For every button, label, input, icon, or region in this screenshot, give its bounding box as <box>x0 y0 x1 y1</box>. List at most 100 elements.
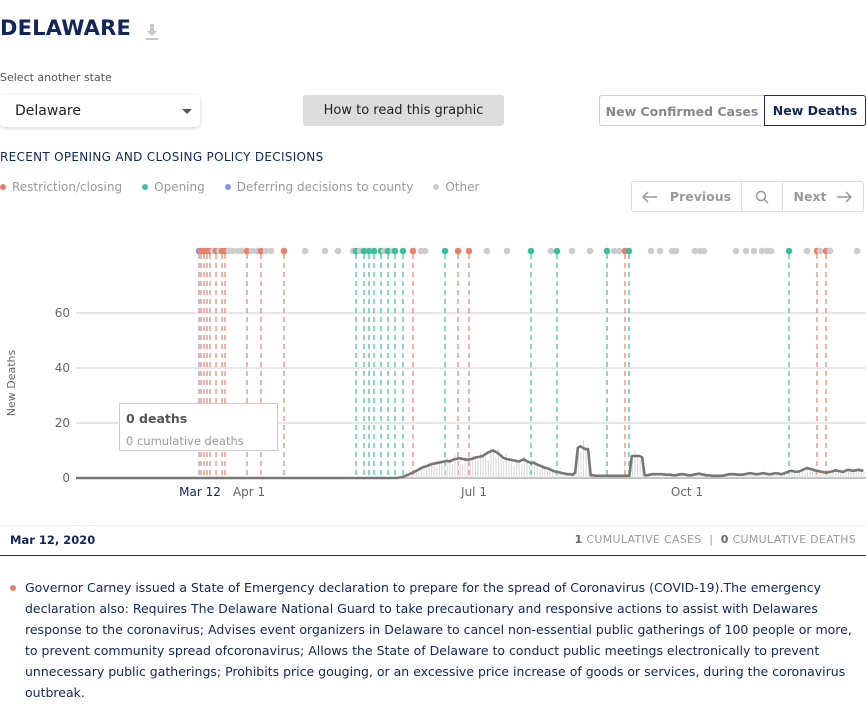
cumulative-counts: 1 CUMULATIVE CASES | 0 CUMULATIVE DEATHS <box>575 533 856 546</box>
policy-dot <box>553 247 561 255</box>
arrow-left-icon <box>641 190 657 203</box>
summary-bar: Mar 12, 2020 1 CUMULATIVE CASES | 0 CUMU… <box>0 525 866 556</box>
x-tick-label: Oct 1 <box>671 485 703 499</box>
how-to-read-button[interactable]: How to read this graphic <box>303 95 504 126</box>
policy-dot <box>483 247 491 255</box>
state-select[interactable]: Delaware <box>0 95 200 127</box>
daily-bar <box>636 454 639 478</box>
daily-bar <box>855 472 857 478</box>
policy-dot <box>441 247 449 255</box>
new-confirmed-cases-toggle[interactable]: New Confirmed Cases <box>599 95 764 126</box>
daily-bar <box>503 461 505 478</box>
x-tick-label: Mar 12 <box>179 485 221 499</box>
legend-label: Opening <box>154 180 205 194</box>
daily-bar <box>580 452 582 478</box>
daily-bar <box>418 471 420 478</box>
daily-bar <box>461 464 464 478</box>
cumulative-cases-count: 1 <box>574 533 583 546</box>
policy-dot <box>370 247 378 255</box>
daily-bar <box>847 472 850 478</box>
policy-dot <box>454 247 462 255</box>
next-label: Next <box>793 189 827 204</box>
daily-bar <box>786 473 788 478</box>
policy-dot <box>732 247 740 255</box>
policy-dot <box>586 247 594 255</box>
download-icon[interactable] <box>144 22 160 42</box>
daily-bar <box>667 475 670 478</box>
daily-bar <box>492 452 495 478</box>
daily-bar <box>441 463 443 478</box>
separator: | <box>709 533 714 546</box>
policy-dot <box>603 247 611 255</box>
daily-bar <box>536 465 538 478</box>
daily-bar <box>410 474 412 478</box>
tooltip: 0 deaths 0 cumulative deaths <box>119 403 278 451</box>
daily-bar <box>449 461 451 478</box>
next-button[interactable]: Next <box>783 182 863 211</box>
tooltip-subtitle: 0 cumulative deaths <box>126 434 244 448</box>
daily-bar <box>456 457 459 478</box>
policy-dot <box>615 247 623 255</box>
arrow-right-icon <box>837 190 853 203</box>
tooltip-title: 0 deaths <box>126 411 188 426</box>
daily-bar <box>546 470 549 478</box>
daily-bar <box>513 465 515 478</box>
policy-dot <box>391 247 399 255</box>
policy-detail: Governor Carney issued a State of Emerge… <box>10 577 860 703</box>
daily-bar <box>811 470 814 478</box>
cumulative-deaths-label: CUMULATIVE DEATHS <box>732 533 856 546</box>
policy-dot <box>803 247 811 255</box>
daily-bar <box>487 460 489 478</box>
daily-bar <box>544 468 546 478</box>
search-button[interactable] <box>742 182 783 211</box>
policy-dot <box>280 247 288 255</box>
average-line <box>76 445 864 480</box>
daily-bar <box>495 457 497 478</box>
daily-bar <box>863 472 865 478</box>
policy-dot <box>301 247 309 255</box>
policy-dot <box>465 247 473 255</box>
legend-opening: Opening <box>142 180 205 194</box>
chevron-down-icon <box>182 109 192 114</box>
policy-dot <box>750 247 758 255</box>
previous-label: Previous <box>669 189 732 204</box>
legend-dot-icon <box>0 184 6 190</box>
daily-bar <box>845 471 847 478</box>
legend-label: Deferring decisions to county <box>236 180 414 194</box>
legend-label: Restriction/closing <box>12 180 123 194</box>
daily-bar <box>829 473 832 478</box>
policy-dot <box>547 247 555 255</box>
daily-bar <box>837 472 839 478</box>
policy-dot <box>656 247 664 255</box>
cumulative-deaths-count: 0 <box>720 533 729 546</box>
daily-bar <box>526 460 528 478</box>
policy-dot <box>421 247 429 255</box>
policy-dot <box>742 247 750 255</box>
daily-bar <box>760 474 762 478</box>
selected-date: Mar 12, 2020 <box>10 533 96 547</box>
policy-dot <box>527 247 535 255</box>
daily-bar <box>796 473 798 478</box>
daily-bar <box>554 472 556 478</box>
daily-bar <box>801 470 803 478</box>
daily-bar <box>564 474 567 478</box>
policy-section-title: RECENT OPENING AND CLOSING POLICY DECISI… <box>0 150 324 164</box>
x-tick-label: Jul 1 <box>460 485 487 499</box>
policy-navigation: Previous Next <box>631 181 864 212</box>
legend-restriction: Restriction/closing <box>0 180 122 194</box>
daily-bar <box>770 475 772 478</box>
policy-dot <box>625 247 633 255</box>
legend-label: Other <box>445 180 480 194</box>
daily-bar <box>804 471 806 478</box>
daily-bar <box>459 460 461 478</box>
daily-bar <box>423 467 425 478</box>
y-tick-label: 40 <box>55 361 70 375</box>
restriction-bullet-icon <box>10 585 16 591</box>
daily-bar <box>467 460 469 478</box>
new-deaths-toggle[interactable]: New Deaths <box>764 95 866 126</box>
legend-dot-icon <box>433 184 440 190</box>
policy-dot <box>767 247 775 255</box>
policy-dot <box>409 247 417 255</box>
previous-button[interactable]: Previous <box>632 182 742 211</box>
daily-bar <box>853 471 855 478</box>
